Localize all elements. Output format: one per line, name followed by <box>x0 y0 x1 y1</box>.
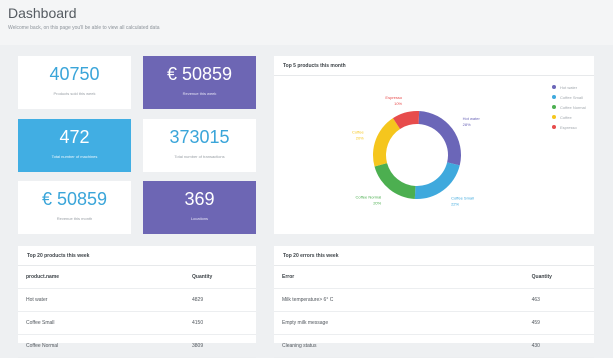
column-header-quantity[interactable]: Quantity <box>184 266 256 289</box>
table-row[interactable]: Coffee Small 4150 <box>18 311 256 335</box>
stat-value: 40750 <box>49 64 100 84</box>
donut-chart: Hot water28% Coffee Small22% Coffee Normal… <box>352 95 481 207</box>
legend-item[interactable]: Hot water <box>552 82 586 92</box>
cell-error: Cleaning status <box>274 334 524 358</box>
top-products-table: product.name Quantity Hot water 4829 Cof… <box>18 266 256 358</box>
stat-tile-transactions[interactable]: 373015 Total number of transactions <box>143 119 256 172</box>
table-row[interactable]: Empty milk message 459 <box>274 311 594 335</box>
stat-label: Locations <box>190 216 209 221</box>
slice-label: Coffee <box>352 130 364 135</box>
column-header-product-name[interactable]: product.name <box>18 266 184 289</box>
panel-title: Top 20 errors this week <box>283 253 339 259</box>
slice-label: Coffee Normal <box>356 194 382 199</box>
stat-tile-revenue-month[interactable]: € 50859 Revenue this month <box>18 181 131 234</box>
stat-value: 373015 <box>169 127 230 147</box>
slice-percent: 22% <box>451 202 459 207</box>
legend-label: Coffee Normal <box>560 104 586 110</box>
legend-item[interactable]: Coffee Small <box>552 92 586 102</box>
legend-item[interactable]: Espresso <box>552 122 586 132</box>
page-title: Dashboard <box>8 5 77 21</box>
stat-label: Revenue this month <box>56 216 93 221</box>
donut-slice[interactable] <box>373 118 401 167</box>
legend-swatch <box>552 105 556 109</box>
donut-slice[interactable] <box>418 111 461 166</box>
stat-tile-machines[interactable]: 472 Total number of machines <box>18 119 131 172</box>
legend-swatch <box>552 115 556 119</box>
column-header-error[interactable]: Error <box>274 266 524 289</box>
slice-label: Coffee Small <box>451 196 474 201</box>
legend-swatch <box>552 95 556 99</box>
table-row[interactable]: Milk temperature> 6° C 463 <box>274 288 594 312</box>
stat-value: € 50859 <box>41 189 108 209</box>
cell-product-name: Hot water <box>18 288 184 312</box>
legend-item[interactable]: Coffee Normal <box>552 102 586 112</box>
slice-label: Espresso <box>385 95 402 100</box>
stat-label: Total number of transactions <box>174 154 225 159</box>
slice-percent: 20% <box>373 200 381 205</box>
stat-tile-revenue-week[interactable]: € 50859 Revenue this week <box>143 56 256 109</box>
legend-item[interactable]: Coffee <box>552 112 586 122</box>
slice-percent: 10% <box>394 101 402 106</box>
stat-label: Total number of machines <box>51 154 98 159</box>
legend-label: Coffee <box>560 114 572 120</box>
cell-error: Empty milk message <box>274 311 524 335</box>
cell-quantity: 4829 <box>184 288 256 312</box>
column-header-quantity[interactable]: Quantity <box>523 266 594 289</box>
table-header-row: Error Quantity <box>274 266 594 289</box>
stat-tile-products-sold[interactable]: 40750 Products sold this week <box>18 56 131 109</box>
table-header-row: product.name Quantity <box>18 266 256 289</box>
top5-products-panel: Top 5 products this month Hot water 28% Co… <box>274 56 594 234</box>
legend-label: Hot water <box>560 84 578 90</box>
top-errors-panel: Top 20 errors this week Error Quantity M… <box>274 246 594 358</box>
panel-title: Top 20 products this week <box>27 253 90 259</box>
cell-error: Milk temperature> 6° C <box>274 288 524 312</box>
cell-quantity: 459 <box>523 311 594 335</box>
legend-label: Coffee Small <box>560 94 583 100</box>
table-row[interactable]: Hot water 4829 <box>18 288 256 312</box>
slice-percent: 20% <box>356 136 364 141</box>
table-row[interactable]: Coffee Normal 3809 <box>18 334 256 358</box>
stat-label: Products sold this week <box>53 91 96 96</box>
top-errors-table: Error Quantity Milk temperature> 6° C 46… <box>274 266 594 358</box>
cell-product-name: Coffee Small <box>18 311 184 335</box>
page-header: Dashboard Welcome back, on this page you… <box>0 0 613 45</box>
top-products-panel: Top 20 products this week product.name Q… <box>18 246 256 358</box>
table-row[interactable]: Cleaning status 430 <box>274 334 594 358</box>
slice-percent: 28% <box>463 122 471 127</box>
cell-quantity: 4150 <box>184 311 256 335</box>
stat-value: 472 <box>59 127 90 147</box>
legend-label: Espresso <box>560 124 577 130</box>
page-subtitle: Welcome back, on this page you'll be abl… <box>8 25 160 31</box>
cell-quantity: 463 <box>523 288 594 312</box>
slice-label: Hot water <box>463 116 481 121</box>
cell-product-name: Coffee Normal <box>18 334 184 358</box>
legend-swatch <box>552 125 556 129</box>
donut-slice[interactable] <box>414 162 460 199</box>
cell-quantity: 430 <box>523 334 594 358</box>
stat-label: Revenue this week <box>182 91 217 96</box>
stat-value: € 50859 <box>166 64 233 84</box>
stat-tile-locations[interactable]: 369 Locations <box>143 181 256 234</box>
cell-quantity: 3809 <box>184 334 256 358</box>
stat-value: 369 <box>184 189 215 209</box>
chart-legend: Hot water Coffee Small Coffee Normal Cof… <box>552 82 586 132</box>
legend-swatch <box>552 85 556 89</box>
